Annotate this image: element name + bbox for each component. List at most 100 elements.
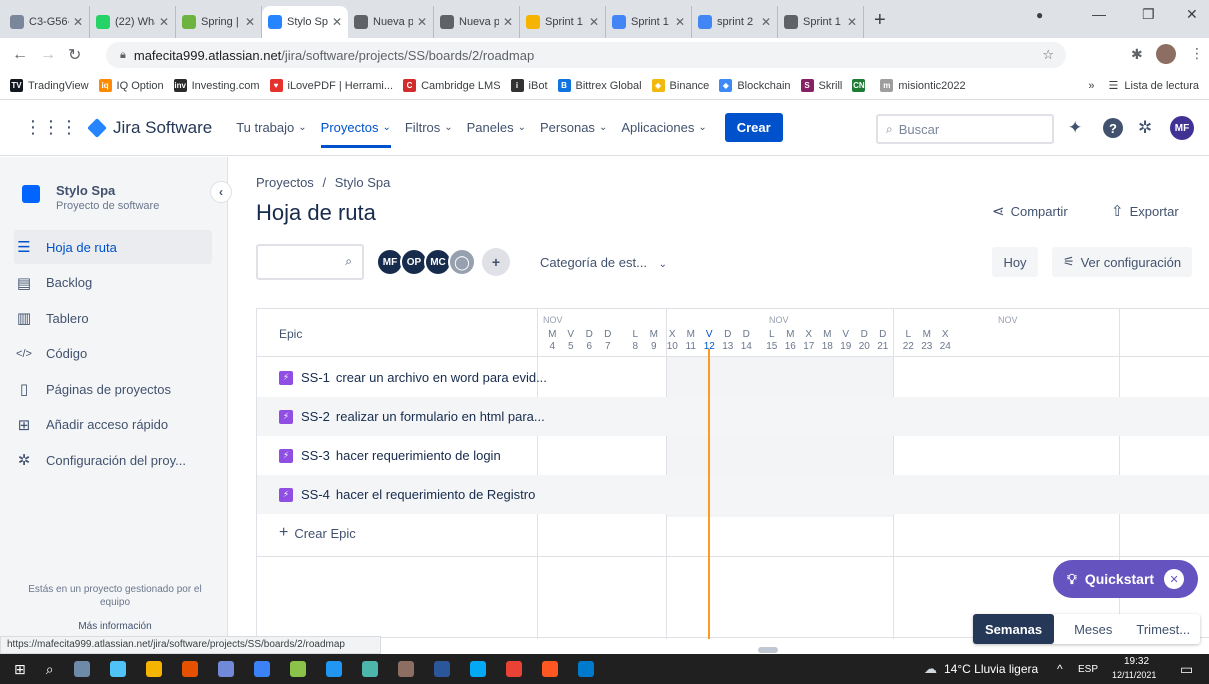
category-filter[interactable]: Categoría de est... ⌄ — [540, 255, 667, 270]
help-icon[interactable]: ? — [1103, 118, 1123, 138]
user-avatar[interactable]: MF — [1170, 116, 1194, 140]
close-tab-icon[interactable]: ✕ — [675, 15, 685, 29]
bookmark-item[interactable]: TV TradingView — [10, 79, 89, 92]
taskbar-search-icon[interactable]: ⌕ — [46, 661, 54, 678]
app-switcher-icon[interactable]: ⋮⋮⋮ — [24, 117, 78, 138]
collapse-sidebar-icon[interactable]: ‹ — [210, 181, 232, 203]
browser-tab[interactable]: Spring | ✕ — [176, 6, 262, 38]
address-bar[interactable]: 🔒︎ mafecita999.atlassian.net/jira/softwa… — [106, 42, 1066, 68]
forward-icon[interactable]: → — [40, 46, 56, 64]
bookmark-item[interactable]: B Bittrex Global — [557, 79, 642, 92]
more-bookmarks-icon[interactable]: » — [1088, 80, 1094, 92]
sidebar-item[interactable]: ☰ Hoja de ruta — [14, 230, 212, 264]
taskbar-app-icon[interactable] — [325, 661, 342, 677]
settings-gear-icon[interactable]: ✲ — [1138, 118, 1152, 138]
bookmark-item[interactable]: ◆ Binance — [651, 79, 709, 92]
taskbar-app-icon[interactable] — [109, 661, 126, 677]
browser-tab[interactable]: Nueva p ✕ — [434, 6, 520, 38]
tray-up-icon[interactable]: ^ — [1057, 662, 1063, 676]
browser-tab[interactable]: Stylo Sp ✕ — [262, 6, 348, 38]
browser-tab[interactable]: C3-G56- ✕ — [4, 6, 90, 38]
weather-icon[interactable]: ☁ — [924, 661, 937, 677]
export-button[interactable]: ⇧ Exportar — [1111, 202, 1179, 220]
close-tab-icon[interactable]: ✕ — [332, 15, 342, 29]
taskbar-app-icon[interactable] — [253, 661, 270, 677]
menu-kebab-icon[interactable]: ⋮ — [1190, 45, 1204, 62]
nav-item[interactable]: Aplicaciones ⌄ — [621, 100, 706, 156]
bookmark-item[interactable]: ◆ Blockchain — [719, 79, 791, 92]
create-button[interactable]: Crear — [724, 113, 783, 142]
sidebar-item[interactable]: ⊞ Añadir acceso rápido — [14, 408, 212, 442]
notifications-icon[interactable]: ✦ — [1068, 118, 1082, 138]
bookmark-item[interactable]: iq IQ Option — [98, 79, 164, 92]
browser-tab[interactable]: sprint 2 ✕ — [692, 6, 778, 38]
close-tab-icon[interactable]: ✕ — [503, 15, 513, 29]
epic-row[interactable]: ⚡︎ SS-2 realizar un formulario en html par… — [257, 397, 1209, 436]
bookmark-item[interactable]: inv Investing.com — [173, 79, 260, 92]
learn-more-link[interactable]: Más información — [18, 621, 212, 632]
new-tab-icon[interactable]: + — [874, 9, 886, 32]
taskbar-app-icon[interactable] — [469, 661, 486, 677]
bookmark-item[interactable]: i iBot — [510, 79, 548, 92]
quickstart-button[interactable]: 💡︎ Quickstart ✕ — [1053, 560, 1198, 598]
epic-row[interactable]: ⚡︎ SS-1 crear un archivo en word para evid… — [257, 358, 1209, 397]
epic-row[interactable]: ⚡︎ SS-3 hacer requerimiento de login — [257, 436, 1209, 475]
back-icon[interactable]: ← — [12, 46, 28, 64]
nav-item[interactable]: Filtros ⌄ — [405, 100, 453, 156]
bookmark-item[interactable]: CN — [852, 79, 870, 92]
bookmark-item[interactable]: S Skrill — [800, 79, 842, 92]
bookmark-star-icon[interactable]: ☆ — [1042, 47, 1054, 63]
taskbar-app-icon[interactable] — [145, 661, 162, 677]
horizontal-scroll-handle[interactable] — [758, 647, 778, 653]
notifications-center-icon[interactable]: ▭ — [1180, 661, 1193, 678]
reading-list[interactable]: » ☰ Lista de lectura — [1088, 79, 1199, 93]
nav-item[interactable]: Tu trabajo ⌄ — [236, 100, 306, 156]
taskbar-app-icon[interactable] — [433, 661, 450, 677]
zoom-option[interactable]: Meses — [1062, 614, 1124, 644]
clock-time[interactable]: 19:32 — [1124, 656, 1149, 667]
browser-tab[interactable]: Sprint 1 ✕ — [778, 6, 864, 38]
close-quickstart-icon[interactable]: ✕ — [1164, 569, 1185, 589]
sidebar-item[interactable]: ✲ Configuración del proy... — [14, 443, 212, 477]
roadmap-search-input[interactable]: ⌕ — [256, 244, 364, 280]
taskbar-app-icon[interactable] — [289, 661, 306, 677]
taskbar-app-icon[interactable] — [397, 661, 414, 677]
browser-tab[interactable]: Sprint 1 ✕ — [606, 6, 692, 38]
zoom-option[interactable]: Trimest... — [1124, 614, 1202, 644]
browser-tab[interactable]: (22) Wha ✕ — [90, 6, 176, 38]
epic-row[interactable]: ⚡︎ SS-4 hacer el requerimiento de Registro — [257, 475, 1209, 514]
taskbar-app-icon[interactable] — [577, 661, 594, 677]
reload-icon[interactable]: ↻ — [68, 45, 81, 65]
taskbar-app-icon[interactable] — [181, 661, 198, 677]
today-button[interactable]: Hoy — [992, 247, 1038, 277]
taskbar-app-icon[interactable] — [361, 661, 378, 677]
close-tab-icon[interactable]: ✕ — [847, 15, 857, 29]
clock-date[interactable]: 12/11/2021 — [1112, 670, 1156, 680]
nav-item[interactable]: Proyectos ⌄ — [320, 100, 392, 156]
close-tab-icon[interactable]: ✕ — [73, 15, 83, 29]
nav-item[interactable]: Personas ⌄ — [540, 100, 607, 156]
unassigned-avatar-icon[interactable]: ◯ — [448, 248, 476, 276]
share-button[interactable]: ⋖ Compartir — [992, 202, 1068, 220]
close-tab-icon[interactable]: ✕ — [245, 15, 255, 29]
taskbar-app-icon[interactable] — [505, 661, 522, 677]
bookmark-item[interactable]: C Cambridge LMS — [403, 79, 501, 92]
sidebar-item[interactable]: </> Código — [14, 337, 212, 371]
language-indicator[interactable]: ESP — [1078, 664, 1098, 675]
extensions-icon[interactable]: ✱ — [1131, 46, 1143, 63]
create-epic-button[interactable]: + Crear Epic — [279, 524, 356, 542]
project-name[interactable]: Stylo Spa — [56, 183, 115, 198]
close-window-icon[interactable]: ✕ — [1186, 6, 1198, 23]
close-tab-icon[interactable]: ✕ — [159, 15, 169, 29]
taskbar-app-icon[interactable] — [541, 661, 558, 677]
sidebar-item[interactable]: ▤ Backlog — [14, 266, 212, 300]
minimize-icon[interactable]: — — [1092, 6, 1106, 22]
sidebar-item[interactable]: ▯ Páginas de proyectos — [14, 372, 212, 406]
bookmark-item[interactable]: ♥ iLovePDF | Herrami... — [269, 79, 393, 92]
close-tab-icon[interactable]: ✕ — [417, 15, 427, 29]
weather-text[interactable]: 14°C Lluvia ligera — [944, 662, 1038, 676]
sidebar-item[interactable]: ▥ Tablero — [14, 301, 212, 335]
close-tab-icon[interactable]: ✕ — [589, 15, 599, 29]
taskbar-app-icon[interactable] — [217, 661, 234, 677]
jira-logo[interactable]: Jira Software — [87, 118, 212, 138]
